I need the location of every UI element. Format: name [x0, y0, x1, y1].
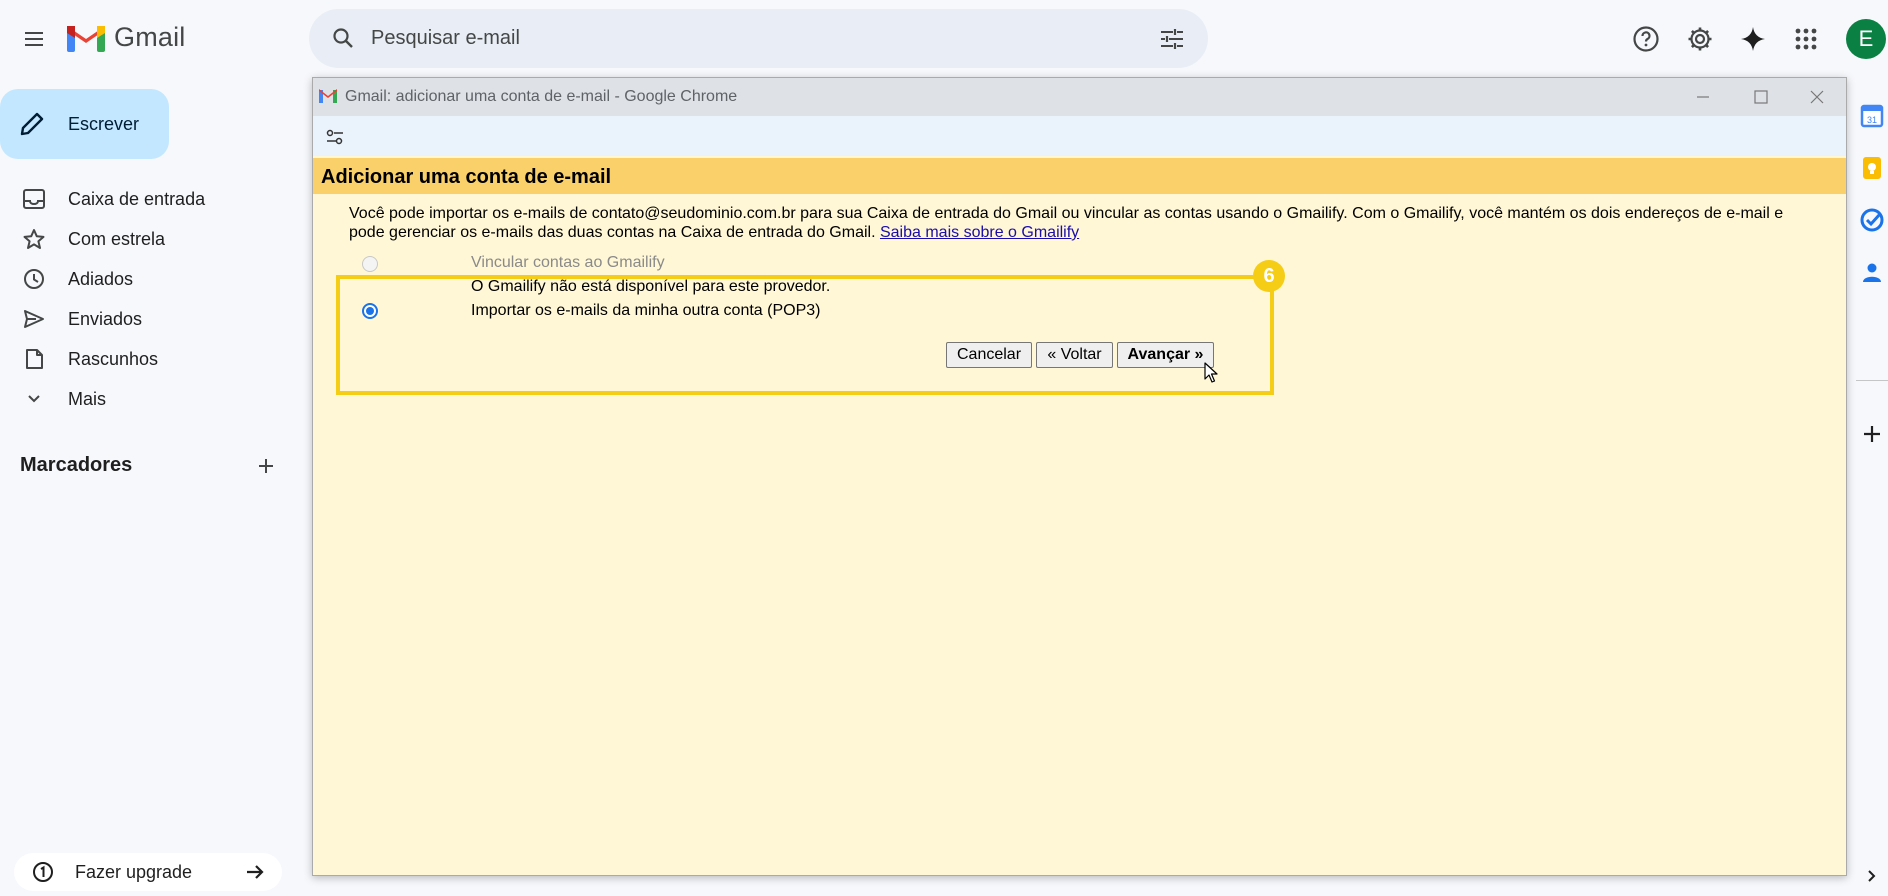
gemini-button[interactable] [1733, 19, 1773, 59]
help-button[interactable] [1626, 19, 1666, 59]
apps-button[interactable] [1786, 19, 1826, 59]
upgrade-label: Fazer upgrade [75, 862, 193, 882]
search-input[interactable] [371, 21, 1131, 55]
star-icon [23, 229, 45, 249]
inbox-icon [23, 189, 45, 209]
keep-app-button[interactable] [1858, 154, 1886, 182]
mouse-cursor-icon [1204, 362, 1218, 383]
gmail-logo[interactable]: Gmail [66, 22, 186, 53]
sidebar-item-label: Rascunhos [68, 349, 159, 369]
search-icon [333, 28, 353, 48]
account-avatar[interactable]: E [1846, 19, 1886, 59]
draft-icon [26, 349, 43, 369]
minimize-icon [1697, 96, 1709, 98]
calendar-icon: 31 [1860, 104, 1884, 128]
get-addons-button[interactable] [1858, 420, 1886, 448]
maximize-icon [1754, 90, 1768, 104]
keep-icon [1863, 157, 1881, 179]
tune-icon [1161, 29, 1183, 49]
expand-side-panel-button[interactable] [1858, 862, 1886, 890]
minimize-window-button[interactable] [1679, 82, 1727, 112]
sidebar-item-inbox[interactable]: Caixa de entrada [0, 181, 290, 217]
arrow-right-icon [247, 865, 264, 879]
compose-button[interactable]: Escrever [0, 89, 169, 159]
sidebar-item-label: Caixa de entrada [68, 189, 206, 209]
sidebar-item-label: Com estrela [68, 229, 166, 249]
contacts-icon [1863, 263, 1881, 282]
browser-toolbar [313, 116, 1846, 156]
gmail-favicon-icon [319, 89, 337, 103]
sidebar-item-sent[interactable]: Enviados [0, 301, 290, 337]
sparkle-icon [1741, 27, 1765, 51]
calendar-app-button[interactable]: 31 [1858, 102, 1886, 130]
contacts-app-button[interactable] [1858, 258, 1886, 286]
hamburger-menu-icon [25, 32, 43, 46]
pencil-icon [20, 112, 44, 136]
labels-section-title: Marcadores [20, 454, 133, 476]
side-panel: 31 [1848, 82, 1888, 896]
tasks-app-button[interactable] [1858, 206, 1886, 234]
sidebar-item-label: Enviados [68, 309, 143, 329]
send-icon [24, 310, 44, 328]
maximize-window-button[interactable] [1737, 82, 1785, 112]
gmail-m-logo-icon [67, 25, 105, 52]
sidebar-item-label: Mais [68, 389, 107, 409]
window-titlebar[interactable]: Gmail: adicionar uma conta de e-mail - G… [313, 78, 1846, 116]
window-title: Gmail: adicionar uma conta de e-mail - G… [345, 88, 738, 105]
settings-button[interactable] [1680, 19, 1720, 59]
chevron-down-icon [28, 395, 40, 403]
side-panel-divider [1856, 380, 1888, 381]
sidebar-item-more[interactable]: Mais [0, 381, 290, 417]
step-number-badge: 6 [1253, 260, 1285, 292]
intro-paragraph: Você pode importar os e-mails de contato… [349, 204, 1819, 242]
site-settings-button[interactable] [323, 126, 347, 148]
search-button[interactable] [323, 18, 363, 58]
close-icon [1810, 90, 1824, 104]
gmailify-learn-more-link[interactable]: Saiba mais sobre o Gmailify [880, 224, 1079, 241]
gmailify-option-label: Vincular contas ao Gmailify [471, 254, 665, 271]
upgrade-badge-icon [33, 862, 53, 882]
gmailify-radio[interactable] [362, 256, 378, 272]
search-options-button[interactable] [1152, 19, 1192, 59]
sidebar-item-starred[interactable]: Com estrela [0, 221, 290, 257]
apps-grid-icon [1795, 28, 1817, 50]
clock-icon [24, 269, 44, 289]
dialog-header: Adicionar uma conta de e-mail [313, 158, 1846, 194]
gear-icon [1688, 27, 1712, 51]
sidebar-item-label: Adiados [68, 269, 134, 289]
svg-text:31: 31 [1867, 115, 1877, 125]
plus-icon [259, 459, 273, 473]
help-icon [1633, 26, 1659, 52]
close-window-button[interactable] [1793, 82, 1841, 112]
gmail-wordmark: Gmail [114, 22, 186, 52]
sidebar-item-snoozed[interactable]: Adiados [0, 261, 290, 297]
compose-label: Escrever [68, 114, 140, 134]
add-account-popup-window: Gmail: adicionar uma conta de e-mail - G… [312, 77, 1847, 876]
chevron-right-icon [1868, 870, 1876, 882]
search-bar[interactable] [309, 9, 1208, 68]
upgrade-button[interactable]: Fazer upgrade [14, 853, 282, 891]
sidebar-item-drafts[interactable]: Rascunhos [0, 341, 290, 377]
step-highlight-box [336, 275, 1274, 395]
plus-icon [1864, 426, 1880, 442]
add-label-button[interactable] [252, 452, 280, 480]
dialog-title: Adicionar uma conta de e-mail [321, 166, 612, 188]
main-menu-button[interactable] [14, 19, 54, 59]
tune-settings-icon [326, 129, 343, 145]
tasks-icon [1860, 208, 1884, 232]
